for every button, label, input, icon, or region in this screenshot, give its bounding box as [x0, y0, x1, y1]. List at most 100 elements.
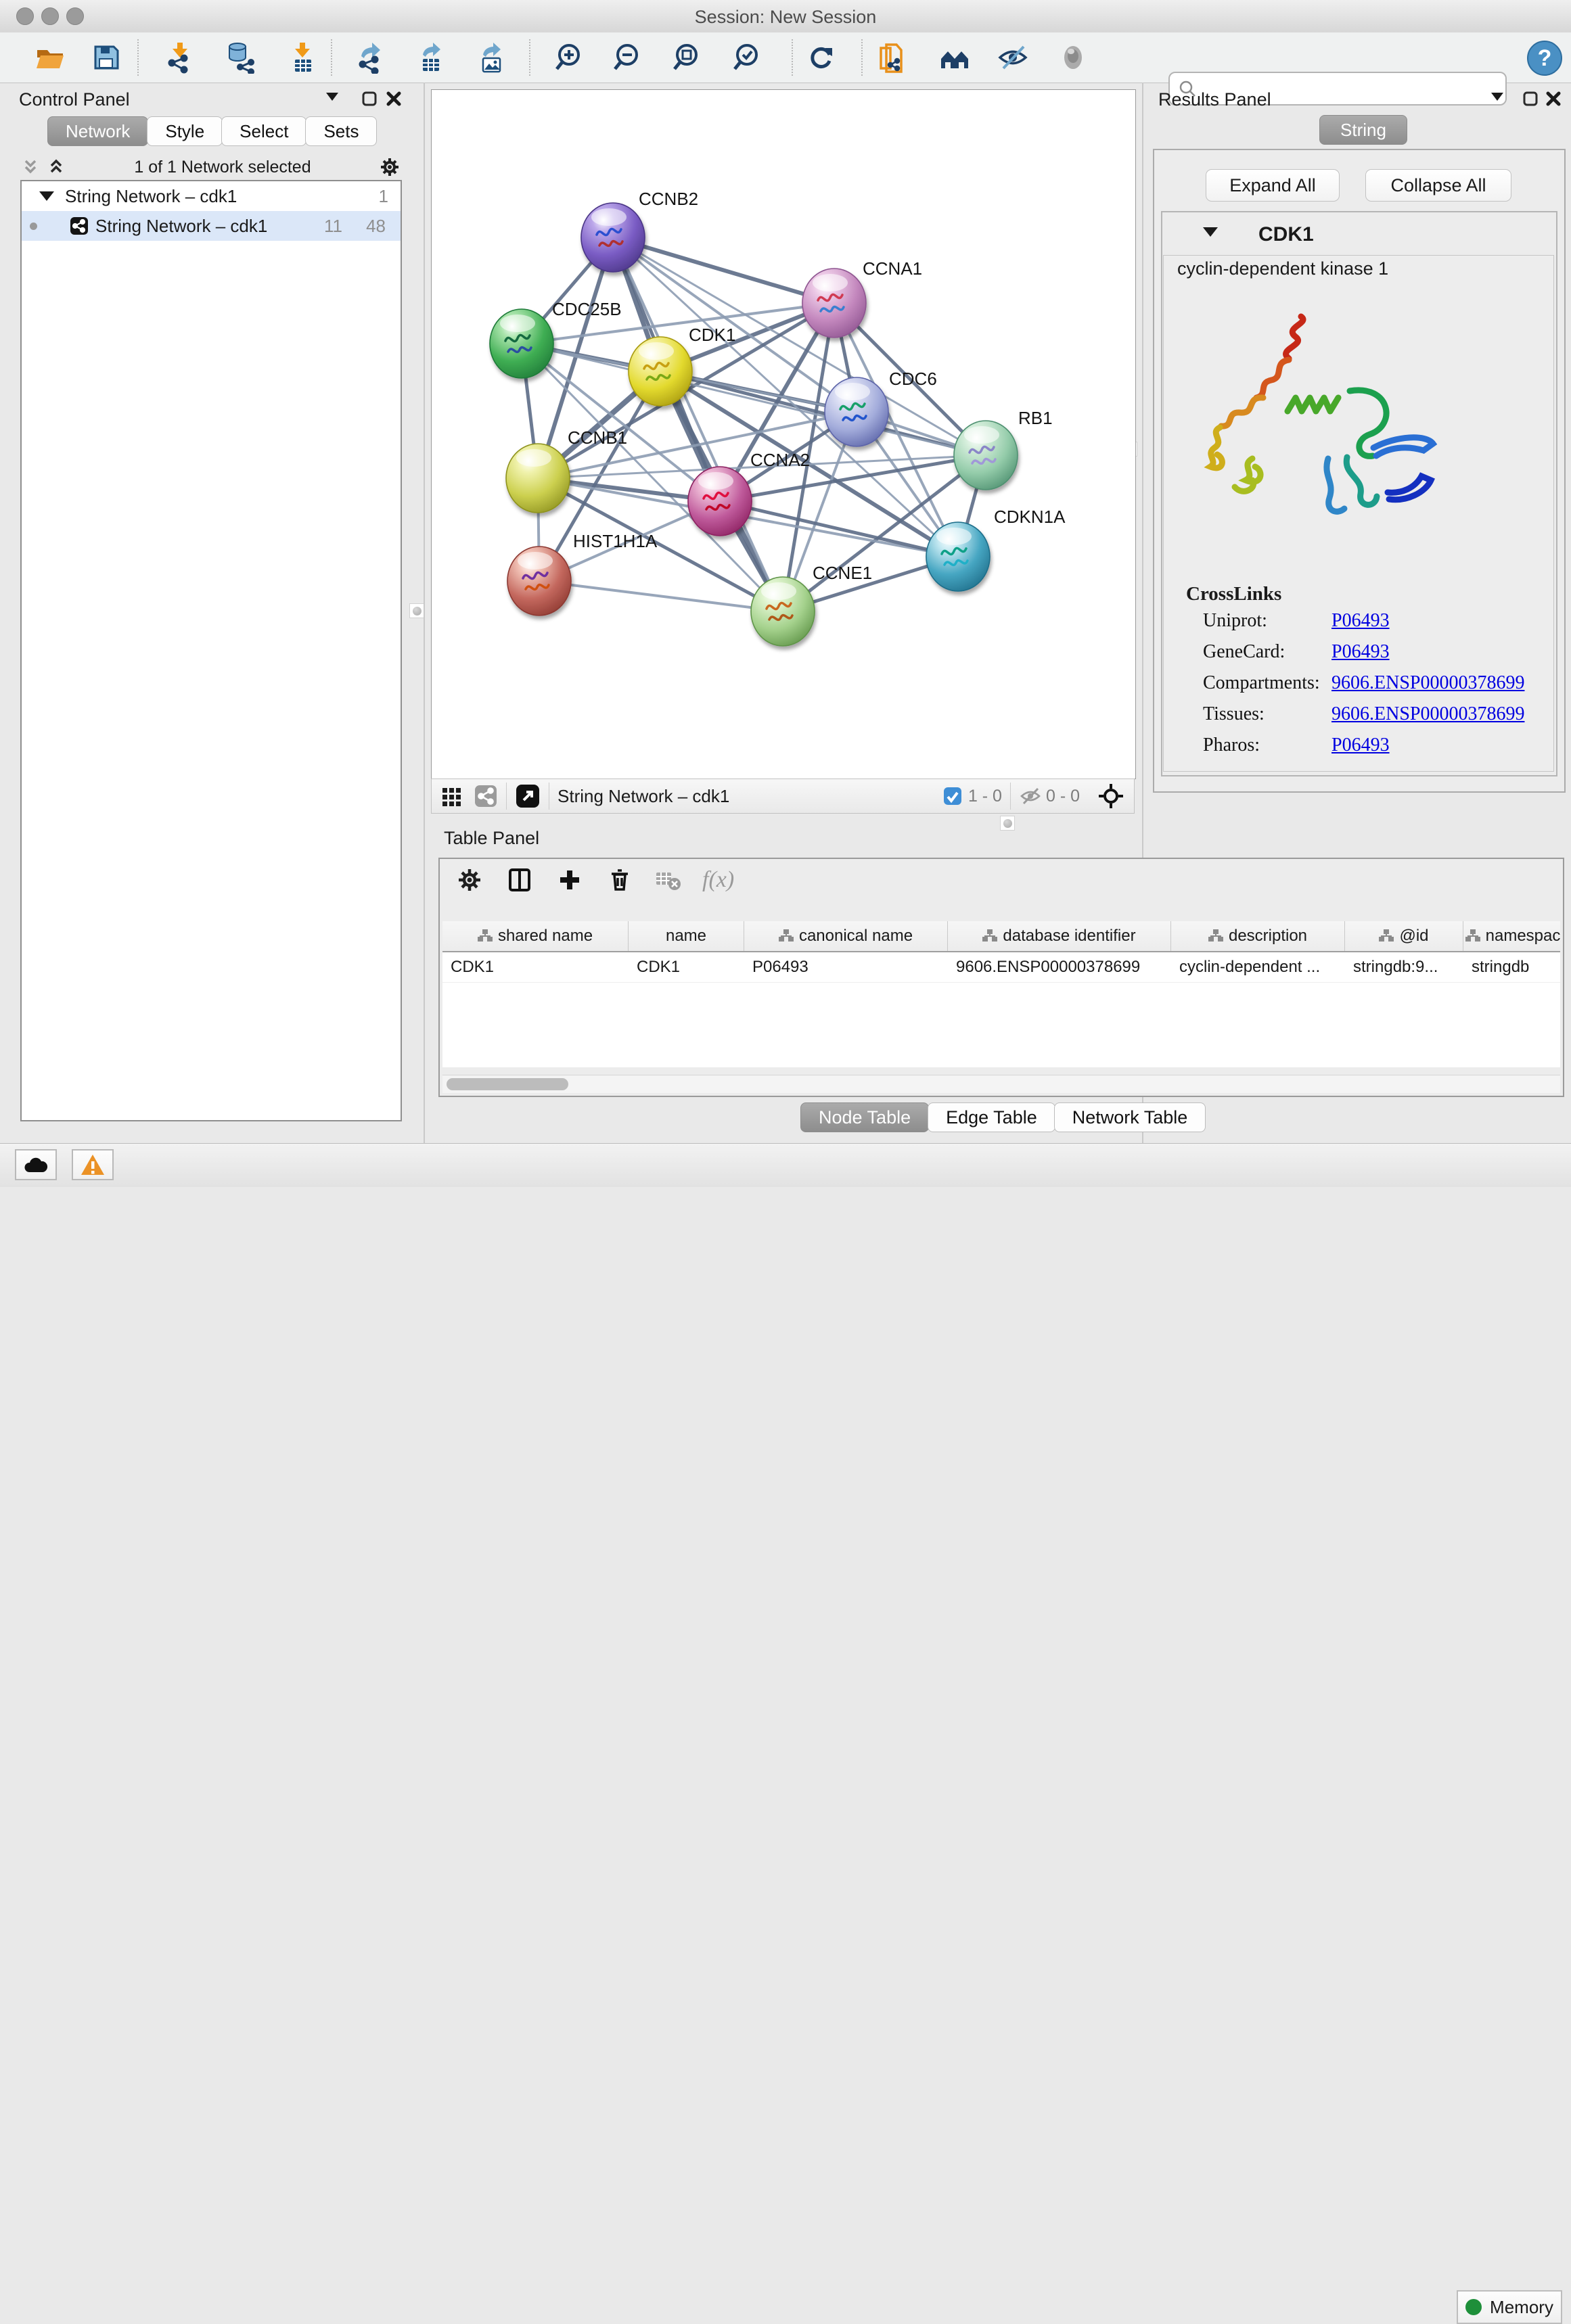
node-label: CDC25B — [552, 299, 622, 319]
shared-column-icon — [478, 929, 493, 944]
zoom-in-icon[interactable] — [552, 41, 585, 74]
network-edge[interactable] — [613, 237, 783, 611]
refresh-icon[interactable] — [805, 41, 838, 74]
selected-checkbox-icon[interactable] — [942, 786, 963, 806]
delete-column-icon[interactable] — [606, 866, 633, 893]
import-table-icon[interactable] — [286, 41, 319, 74]
node-label: CCNB1 — [568, 427, 627, 448]
network-node-CDK1[interactable]: CDK1 — [629, 325, 735, 406]
table-cell[interactable]: CDK1 — [629, 952, 744, 982]
hidden-eye-slash-icon[interactable] — [1019, 785, 1042, 808]
documents-network-icon[interactable] — [875, 41, 908, 74]
tab-network[interactable]: Network — [47, 116, 148, 146]
control-panel-float-icon[interactable] — [361, 91, 378, 107]
network-node-CCNB1[interactable]: CCNB1 — [506, 427, 627, 513]
houses-icon[interactable] — [938, 41, 971, 74]
crosslink-link[interactable]: 9606.ENSP00000378699 — [1331, 703, 1524, 725]
network-node-CCNA1[interactable]: CCNA1 — [802, 258, 922, 338]
memory-button[interactable]: Memory — [1457, 2290, 1562, 2324]
export-image-icon[interactable] — [475, 41, 507, 74]
network-selection-strip: 1 of 1 Network selected — [20, 154, 401, 180]
collapse-all-networks-icon[interactable] — [20, 157, 41, 177]
expand-all-networks-icon[interactable] — [46, 157, 66, 177]
results-panel-menu-icon[interactable] — [1491, 92, 1503, 104]
save-session-icon[interactable] — [90, 41, 122, 74]
add-column-icon[interactable] — [556, 866, 583, 893]
bottom-divider-handle[interactable] — [1000, 816, 1015, 831]
column-header-name[interactable]: name — [629, 921, 744, 951]
scrollbar-thumb[interactable] — [447, 1078, 568, 1090]
network-view-share-icon[interactable] — [474, 784, 498, 808]
table-cell[interactable]: cyclin-dependent ... — [1171, 952, 1345, 982]
birds-eye-view-icon[interactable] — [515, 783, 541, 809]
import-network-database-icon[interactable] — [224, 41, 256, 74]
table-panel-title: Table Panel — [444, 828, 539, 849]
shared-column-icon — [1465, 929, 1480, 944]
panel-divider[interactable] — [424, 83, 425, 1143]
table-row[interactable]: CDK1CDK1P064939606.ENSP00000378699cyclin… — [442, 952, 1560, 983]
crosslink-link[interactable]: 9606.ENSP00000378699 — [1331, 672, 1524, 694]
table-options-gear-icon[interactable] — [456, 866, 483, 893]
column-header-shared-name[interactable]: shared name — [442, 921, 629, 951]
table-horizontal-scrollbar[interactable] — [442, 1075, 1560, 1093]
control-panel-close-icon[interactable] — [386, 91, 402, 107]
crosslink-link[interactable]: P06493 — [1331, 610, 1390, 632]
tab-network-table[interactable]: Network Table — [1054, 1102, 1206, 1132]
expand-all-button[interactable]: Expand All — [1206, 169, 1340, 202]
network-edge[interactable] — [539, 581, 783, 611]
tab-sets[interactable]: Sets — [305, 116, 377, 146]
export-table-icon[interactable] — [415, 41, 447, 74]
network-node-CDC6[interactable]: CDC6 — [825, 369, 937, 446]
hide-details-eye-icon[interactable] — [997, 41, 1029, 74]
show-columns-icon[interactable] — [506, 866, 533, 893]
tab-string[interactable]: String — [1319, 115, 1407, 145]
open-session-icon[interactable] — [34, 41, 66, 74]
tab-edge-table[interactable]: Edge Table — [928, 1102, 1055, 1132]
column-header-namespac[interactable]: namespac — [1463, 921, 1560, 951]
zoom-fit-icon[interactable] — [670, 41, 702, 74]
column-header-canonical-name[interactable]: canonical name — [744, 921, 948, 951]
export-network-icon[interactable] — [355, 41, 387, 74]
function-builder-icon: f(x) — [702, 867, 734, 893]
network-collection-row[interactable]: String Network – cdk1 1 — [22, 181, 401, 211]
crosshair-icon[interactable] — [1097, 783, 1124, 810]
column-header-description[interactable]: description — [1171, 921, 1345, 951]
import-network-icon[interactable] — [164, 41, 196, 74]
results-panel-float-icon[interactable] — [1522, 91, 1539, 107]
delete-table-icon — [654, 866, 682, 894]
tab-style[interactable]: Style — [147, 116, 223, 146]
network-row[interactable]: String Network – cdk1 11 48 — [22, 211, 401, 241]
tab-node-table[interactable]: Node Table — [800, 1102, 929, 1132]
table-cell[interactable]: 9606.ENSP00000378699 — [948, 952, 1171, 982]
table-cell[interactable]: stringdb — [1463, 952, 1560, 982]
network-node-CDKN1A[interactable]: CDKN1A — [926, 507, 1066, 591]
crosslink-label: Uniprot: — [1203, 610, 1267, 632]
crosslink-link[interactable]: P06493 — [1331, 735, 1390, 756]
zoom-selected-icon[interactable] — [730, 41, 762, 74]
table-cell[interactable]: CDK1 — [442, 952, 629, 982]
warning-button[interactable] — [72, 1149, 114, 1180]
crosslink-link[interactable]: P06493 — [1331, 641, 1390, 663]
network-canvas[interactable]: CCNB2CCNA1CDC25BCDK1CDC6RB1CCNB1CCNA2CDK… — [431, 89, 1136, 779]
network-node-HIST1H1A[interactable]: HIST1H1A — [507, 531, 658, 615]
column-header-database-identifier[interactable]: database identifier — [948, 921, 1171, 951]
column-header--id[interactable]: @id — [1345, 921, 1463, 951]
collapse-all-button[interactable]: Collapse All — [1365, 169, 1511, 202]
tab-select[interactable]: Select — [221, 116, 306, 146]
help-icon[interactable]: ? — [1526, 40, 1563, 76]
cdk1-disclosure-icon[interactable] — [1203, 227, 1218, 240]
selected-counts: 1 - 0 — [968, 787, 1002, 806]
left-divider-handle[interactable] — [409, 603, 424, 618]
table-cell[interactable]: P06493 — [744, 952, 948, 982]
network-edge[interactable] — [613, 237, 834, 303]
grid-view-icon[interactable] — [440, 784, 464, 808]
zoom-out-icon[interactable] — [610, 41, 643, 74]
network-options-gear-icon[interactable] — [379, 156, 401, 178]
results-panel-close-icon[interactable] — [1545, 91, 1562, 107]
network-node-RB1[interactable]: RB1 — [954, 408, 1053, 490]
control-panel-menu-icon[interactable] — [326, 92, 338, 104]
collection-disclosure-icon[interactable] — [39, 191, 54, 201]
network-node-CCNE1[interactable]: CCNE1 — [751, 563, 872, 646]
cloud-button[interactable] — [15, 1149, 57, 1180]
table-cell[interactable]: stringdb:9... — [1345, 952, 1463, 982]
